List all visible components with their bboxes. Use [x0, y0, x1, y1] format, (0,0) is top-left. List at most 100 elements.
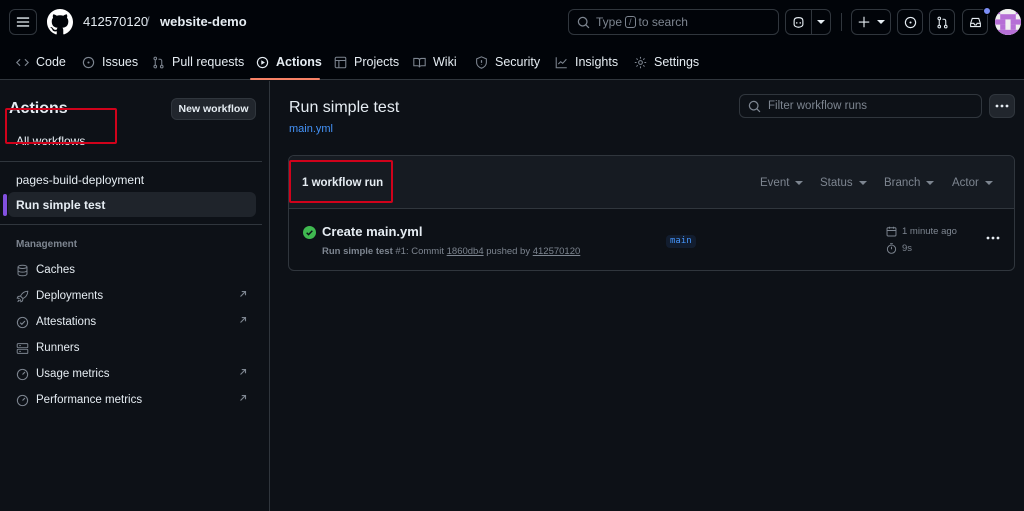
- tab-label: Settings: [654, 55, 700, 69]
- tab-pull-requests[interactable]: Pull requests: [152, 46, 244, 78]
- breadcrumb-separator: /: [146, 14, 150, 29]
- search-suffix: to search: [638, 15, 688, 29]
- database-icon: [17, 264, 28, 276]
- issue-icon: [82, 56, 95, 68]
- external-link-icon: [240, 394, 247, 401]
- chevron-down-icon: [984, 181, 993, 185]
- workflow-menu-button[interactable]: [989, 94, 1015, 118]
- table-icon: [334, 56, 347, 68]
- sidebar-divider: [0, 161, 262, 162]
- inbox-icon: [969, 17, 981, 27]
- filter-label: Event: [760, 177, 790, 189]
- sidebar-item-pages-build-deployment[interactable]: pages-build-deployment: [8, 167, 256, 192]
- sidebar-item-label: Deployments: [36, 290, 104, 302]
- workflow-file-link[interactable]: main.yml: [289, 123, 333, 135]
- run-actor-link[interactable]: 412570120: [533, 246, 581, 257]
- sidebar-item-runners[interactable]: Runners: [8, 336, 256, 360]
- breadcrumb-owner[interactable]: 412570120: [83, 14, 148, 29]
- sidebar-item-label: Usage metrics: [36, 368, 110, 380]
- graph-icon: [555, 56, 567, 68]
- tab-label: Issues: [102, 55, 139, 69]
- external-link-icon: [240, 316, 247, 323]
- user-avatar[interactable]: [995, 9, 1021, 35]
- plus-icon: [858, 16, 869, 28]
- gear-icon: [634, 56, 647, 68]
- sidebar-item-performance-metrics[interactable]: Performance metrics: [8, 388, 256, 412]
- copilot-icon: [793, 17, 804, 28]
- calendar-icon: [886, 226, 897, 237]
- issues-button[interactable]: [897, 9, 923, 35]
- run-title[interactable]: Create main.yml: [322, 224, 422, 239]
- management-heading: Management: [16, 239, 78, 250]
- sidebar-item-usage-metrics[interactable]: Usage metrics: [8, 362, 256, 386]
- filter-placeholder: Filter workflow runs: [768, 100, 868, 112]
- active-tab-indicator: [250, 78, 320, 80]
- pull-requests-button[interactable]: [929, 9, 955, 35]
- code-icon: [16, 58, 29, 66]
- meter-icon: [16, 368, 29, 380]
- menu-button[interactable]: [9, 9, 37, 35]
- sidebar-item-caches[interactable]: Caches: [8, 258, 256, 282]
- sidebar-item-deployments[interactable]: Deployments: [8, 284, 256, 308]
- page-title: Run simple test: [289, 99, 400, 116]
- actions-sidebar: Actions New workflow All workflows pages…: [0, 81, 270, 511]
- global-search-input[interactable]: Type / to search: [568, 9, 779, 35]
- tab-settings[interactable]: Settings: [634, 46, 699, 78]
- workflow-run-row[interactable]: Create main.yml Run simple test #1: Comm…: [289, 209, 1014, 270]
- run-number: #1: [395, 246, 406, 257]
- sidebar-item-attestations[interactable]: Attestations: [8, 310, 256, 334]
- tab-issues[interactable]: Issues: [82, 46, 138, 78]
- book-icon: [413, 57, 426, 67]
- highlight-annotation-box: [5, 108, 117, 144]
- shield-icon: [476, 55, 487, 69]
- filter-branch-dropdown[interactable]: Branch: [884, 177, 935, 189]
- tab-wiki[interactable]: Wiki: [413, 46, 457, 78]
- external-link-icon: [240, 368, 247, 375]
- tab-projects[interactable]: Projects: [334, 46, 399, 78]
- chevron-down-icon: [876, 20, 885, 24]
- tab-security[interactable]: Security: [475, 46, 540, 78]
- sidebar-item-label: Caches: [36, 264, 75, 276]
- kebab-horizontal-icon[interactable]: [986, 236, 1000, 240]
- github-logo-icon[interactable]: [47, 9, 73, 35]
- hamburger-icon: [16, 17, 30, 27]
- run-timestamp: 1 minute ago: [886, 226, 957, 237]
- chevron-down-icon: [795, 181, 804, 185]
- tab-code[interactable]: Code: [16, 46, 66, 78]
- sidebar-item-label: Attestations: [36, 316, 97, 328]
- search-prefix: Type: [596, 15, 623, 29]
- tab-insights[interactable]: Insights: [555, 46, 618, 78]
- branch-label[interactable]: main: [666, 235, 696, 248]
- repo-nav: Code Issues Pull requests Actions Projec…: [0, 46, 1024, 80]
- filter-status-dropdown[interactable]: Status: [820, 177, 867, 189]
- run-time-text: 1 minute ago: [902, 226, 957, 237]
- header-divider: [841, 13, 842, 31]
- notification-dot: [983, 7, 991, 15]
- tab-actions[interactable]: Actions: [256, 46, 322, 78]
- chevron-down-icon: [858, 181, 867, 185]
- search-icon: [577, 16, 590, 28]
- tab-label: Projects: [354, 55, 400, 69]
- search-icon: [748, 100, 761, 112]
- filter-runs-input[interactable]: Filter workflow runs: [739, 94, 982, 118]
- tab-label: Pull requests: [172, 55, 245, 69]
- create-new-button[interactable]: [851, 9, 891, 35]
- run-commit-label: Commit: [411, 246, 444, 257]
- run-commit-link[interactable]: 1860db4: [447, 246, 484, 257]
- sidebar-item-label: Performance metrics: [36, 394, 143, 406]
- copilot-button[interactable]: [785, 9, 831, 35]
- filter-actor-dropdown[interactable]: Actor: [952, 177, 993, 189]
- sidebar-item-run-simple-test[interactable]: Run simple test: [8, 192, 256, 217]
- tab-label: Actions: [276, 55, 322, 69]
- run-workflow-name: Run simple test: [322, 246, 393, 257]
- filter-label: Branch: [884, 177, 921, 189]
- issue-icon: [904, 16, 916, 28]
- server-icon: [16, 342, 29, 354]
- filter-label: Status: [820, 177, 853, 189]
- breadcrumb-repo[interactable]: website-demo: [160, 14, 247, 29]
- tab-label: Insights: [575, 55, 619, 69]
- filter-event-dropdown[interactable]: Event: [760, 177, 804, 189]
- external-link-icon: [240, 290, 247, 297]
- new-workflow-button[interactable]: New workflow: [171, 98, 256, 120]
- search-shortcut-key: /: [625, 16, 636, 28]
